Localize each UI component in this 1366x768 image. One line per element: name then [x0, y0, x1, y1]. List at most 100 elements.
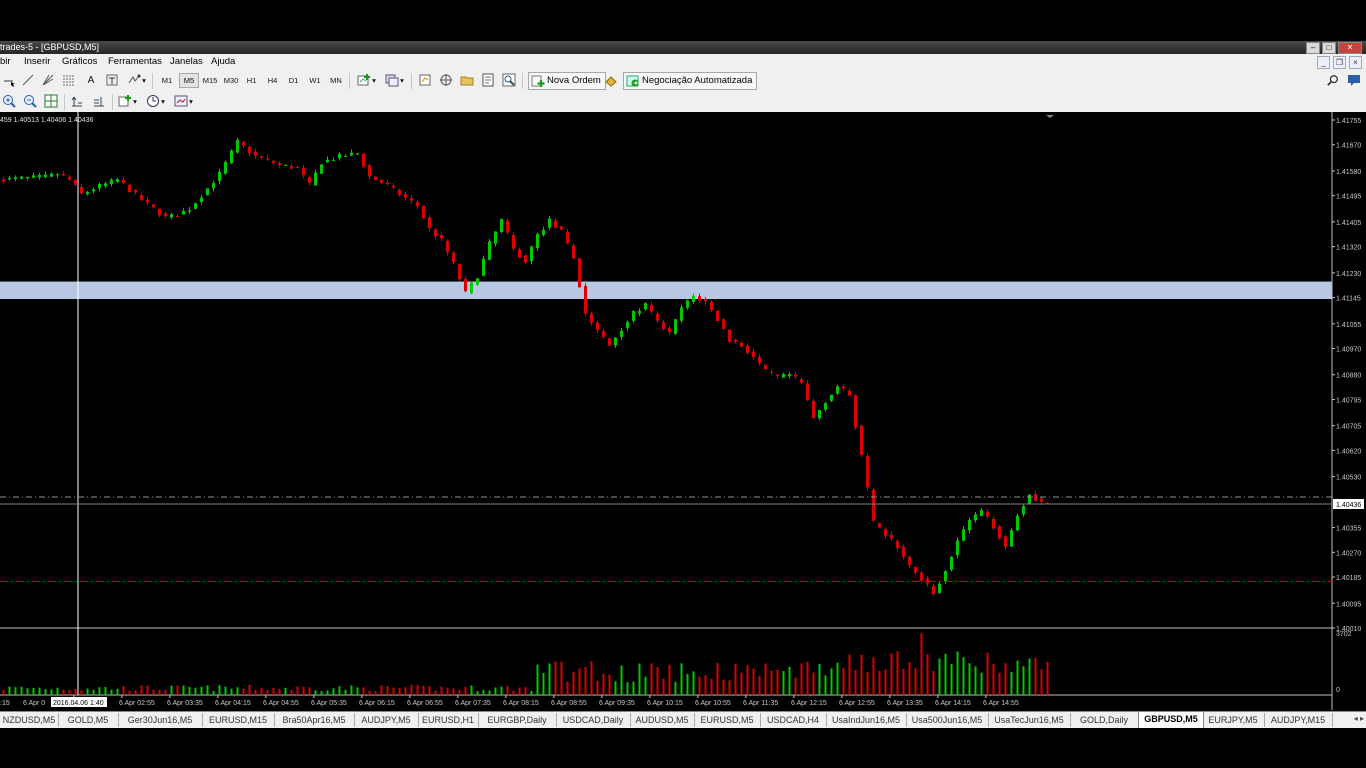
- chart-tab[interactable]: AUDUSD,M5: [630, 713, 695, 727]
- menu-janelas[interactable]: Janelas: [170, 56, 203, 67]
- zoom-in-icon[interactable]: [2, 94, 16, 108]
- templates-icon[interactable]: [174, 94, 188, 108]
- chart-tab[interactable]: NZDUSD,M5: [0, 713, 59, 727]
- chart-shift-marker-icon[interactable]: [1046, 115, 1054, 118]
- menu-ajuda[interactable]: Ajuda: [211, 56, 235, 67]
- timeframe-m5[interactable]: M5: [179, 73, 199, 88]
- chart-tab[interactable]: USDCAD,H4: [760, 713, 827, 727]
- candle: [614, 336, 617, 348]
- minimize-icon[interactable]: –: [1306, 42, 1320, 54]
- auto-scroll-icon[interactable]: [70, 94, 84, 108]
- mdi-close-icon[interactable]: ×: [1349, 56, 1362, 69]
- chart-tab[interactable]: EURUSD,M5: [694, 713, 761, 727]
- chart-tab[interactable]: USDCAD,Daily: [556, 713, 631, 727]
- support-resistance-zone[interactable]: [0, 281, 1332, 300]
- folder-star-icon[interactable]: [460, 73, 474, 87]
- volume-bar: [212, 690, 215, 695]
- text-label-icon[interactable]: [105, 73, 119, 87]
- profiles-icon[interactable]: [385, 73, 399, 87]
- zoom-out-icon[interactable]: [23, 94, 37, 108]
- close-icon[interactable]: ✕: [1338, 42, 1362, 54]
- chart-tab[interactable]: AUDJPY,M15: [1264, 713, 1333, 727]
- periods-clock-icon[interactable]: [146, 94, 160, 108]
- tab-scroll-arrows-icon[interactable]: ◂ ▸: [1354, 714, 1364, 723]
- strategy-tester-icon[interactable]: [502, 73, 516, 87]
- time-tick-label: 6 Apr 04:15: [215, 700, 251, 707]
- candle: [506, 218, 509, 235]
- timeframe-m15[interactable]: M15: [200, 73, 220, 88]
- chevron-down-icon[interactable]: ▾: [160, 94, 166, 109]
- chevron-down-icon[interactable]: ▾: [371, 73, 377, 88]
- chart-tab[interactable]: UsaIndJun16,M5: [826, 713, 907, 727]
- volume-bar: [614, 681, 617, 695]
- chart-tab[interactable]: EURUSD,H1: [418, 713, 479, 727]
- timeframe-h4[interactable]: H4: [264, 73, 281, 88]
- candle: [596, 320, 599, 333]
- new-order-button[interactable]: Nova Ordem: [528, 72, 606, 90]
- terminal-icon[interactable]: [481, 73, 495, 87]
- market-watch-icon[interactable]: [418, 73, 432, 87]
- toolbar-separator: [411, 73, 412, 89]
- chart-tab[interactable]: GBPUSD,M5: [1138, 711, 1204, 728]
- chart-area[interactable]: 1.41755 1.41670 1.41580 1.41495 1.41405 1.413…: [0, 112, 1366, 710]
- candle: [386, 179, 389, 186]
- menu-ferramentas[interactable]: Ferramentas: [108, 56, 162, 67]
- price-tick-label: 1.41055: [1336, 322, 1361, 329]
- time-tick-label: 6 Apr 02:55: [119, 700, 155, 707]
- tile-windows-icon[interactable]: [44, 94, 58, 108]
- candle: [776, 374, 779, 380]
- timeframe-m30[interactable]: M30: [221, 73, 241, 88]
- maximize-icon[interactable]: □: [1322, 42, 1336, 54]
- candle: [50, 172, 53, 178]
- timeframe-m1[interactable]: M1: [158, 73, 176, 88]
- gann-icon[interactable]: [41, 73, 55, 87]
- chart-canvas[interactable]: 1.41755 1.41670 1.41580 1.41495 1.41405 1.413…: [0, 112, 1366, 710]
- chart-tab[interactable]: EURUSD,M15: [202, 713, 275, 727]
- menu-inserir[interactable]: Inserir: [24, 56, 50, 67]
- chart-tab[interactable]: Usa500Jun16,M5: [906, 713, 989, 727]
- metaeditor-icon[interactable]: [604, 73, 618, 87]
- chart-shift-icon[interactable]: [92, 94, 106, 108]
- mdi-minimize-icon[interactable]: _: [1317, 56, 1330, 69]
- volume-bar: [32, 687, 35, 695]
- timeframe-d1[interactable]: D1: [285, 73, 302, 88]
- volume-bar: [380, 685, 383, 695]
- menu-graficos[interactable]: Gráficos: [62, 56, 97, 67]
- chevron-down-icon[interactable]: ▾: [188, 94, 194, 109]
- chart-tab[interactable]: EURGBP,Daily: [478, 713, 557, 727]
- chevron-down-icon[interactable]: ▾: [141, 73, 147, 88]
- volume-bar: [236, 687, 239, 695]
- timeframe-mn[interactable]: MN: [327, 73, 345, 88]
- chart-tab[interactable]: EURJPY,M5: [1202, 713, 1265, 727]
- chart-tab[interactable]: AUDJPY,M5: [354, 713, 419, 727]
- menu-exibir[interactable]: bir: [0, 56, 11, 67]
- trendline-icon[interactable]: [21, 73, 35, 87]
- text-tool-icon[interactable]: A: [86, 73, 96, 88]
- indicators-icon[interactable]: [118, 94, 132, 108]
- candle: [488, 238, 491, 261]
- chat-icon[interactable]: [1347, 73, 1361, 87]
- chart-tab[interactable]: GOLD,Daily: [1070, 713, 1139, 727]
- volume-bar: [626, 682, 629, 695]
- chart-tab[interactable]: Ger30Jun16,M5: [118, 713, 203, 727]
- candle: [554, 217, 557, 229]
- search-icon[interactable]: [1327, 74, 1339, 86]
- auto-trading-icon: [626, 75, 639, 87]
- fibonacci-icon[interactable]: [62, 73, 76, 87]
- mdi-restore-icon[interactable]: ❐: [1333, 56, 1346, 69]
- auto-trading-button[interactable]: Negociação Automatizada: [623, 72, 758, 90]
- candle: [716, 310, 719, 323]
- cursor-icon[interactable]: [2, 73, 16, 87]
- volume-bar: [56, 687, 59, 695]
- volume-bar: [278, 688, 281, 695]
- timeframe-w1[interactable]: W1: [306, 73, 324, 88]
- chevron-down-icon[interactable]: ▾: [399, 73, 405, 88]
- arrows-icon[interactable]: [127, 73, 141, 87]
- chart-tab[interactable]: UsaTecJun16,M5: [988, 713, 1071, 727]
- chevron-down-icon[interactable]: ▾: [132, 94, 138, 109]
- chart-tab[interactable]: GOLD,M5: [58, 713, 119, 727]
- navigator-icon[interactable]: [439, 73, 453, 87]
- chart-tab[interactable]: Bra50Apr16,M5: [274, 713, 355, 727]
- new-chart-icon[interactable]: [357, 73, 371, 87]
- timeframe-h1[interactable]: H1: [243, 73, 260, 88]
